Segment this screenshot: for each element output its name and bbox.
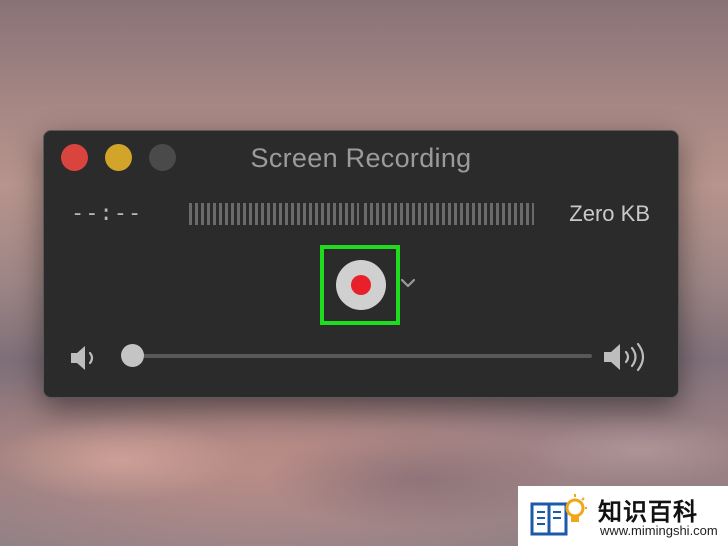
speaker-low-icon [71,346,94,370]
watermark: 知识百科 www.mimingshi.com [518,486,728,546]
record-dot-icon [351,275,371,295]
window-title: Screen Recording [250,143,472,173]
meter-segment [364,203,534,225]
record-button[interactable] [336,260,386,310]
book-lightbulb-logo-icon [530,494,587,536]
file-size: Zero KB [569,201,650,226]
watermark-name: 知识百科 [598,498,698,526]
speaker-high-icon [604,342,645,372]
chevron-down-icon[interactable] [400,277,416,289]
watermark-url: www.mimingshi.com [600,523,718,538]
meter-segment [189,203,359,225]
record-button-highlight [320,245,400,325]
audio-level-meter [189,203,534,225]
volume-slider-track[interactable] [132,354,592,358]
volume-slider-knob[interactable] [120,344,144,367]
screen-recording-window: Screen Recording --:-- Zero KB [43,130,679,398]
elapsed-time: --:-- [71,201,143,226]
